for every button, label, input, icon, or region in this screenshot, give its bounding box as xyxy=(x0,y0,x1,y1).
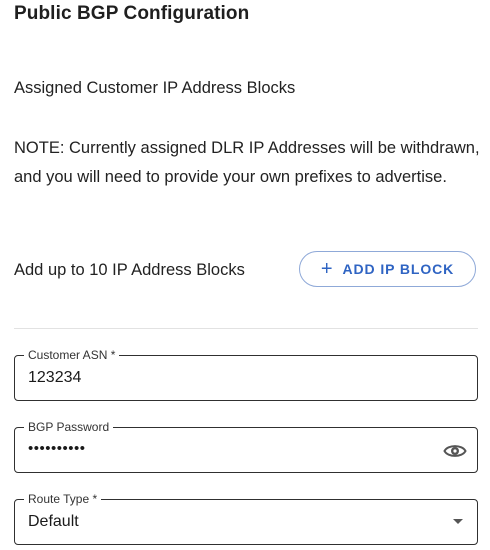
plus-icon: + xyxy=(320,258,333,280)
dropdown-caret-icon[interactable] xyxy=(453,519,463,524)
divider xyxy=(14,328,478,329)
customer-asn-field[interactable]: Customer ASN * 123234 xyxy=(14,348,478,401)
bgp-password-field[interactable]: BGP Password •••••••••• xyxy=(14,420,478,473)
customer-asn-value[interactable]: 123234 xyxy=(28,369,81,387)
note-text: NOTE: Currently assigned DLR IP Addresse… xyxy=(14,139,480,186)
customer-asn-label: Customer ASN * xyxy=(24,348,120,362)
add-ip-block-label: ADD IP BLOCK xyxy=(342,261,455,277)
eye-icon[interactable] xyxy=(443,440,467,462)
route-type-label: Route Type * xyxy=(24,492,102,506)
add-ip-block-button[interactable]: + ADD IP BLOCK xyxy=(299,251,476,287)
route-type-value[interactable]: Default xyxy=(28,513,79,531)
bgp-password-value[interactable]: •••••••••• xyxy=(28,440,86,457)
route-type-select[interactable]: Route Type * Default xyxy=(14,492,478,545)
section-label: Assigned Customer IP Address Blocks xyxy=(14,79,296,97)
page-title: Public BGP Configuration xyxy=(14,3,250,24)
add-ip-hint: Add up to 10 IP Address Blocks xyxy=(14,261,245,279)
bgp-password-label: BGP Password xyxy=(24,420,114,434)
